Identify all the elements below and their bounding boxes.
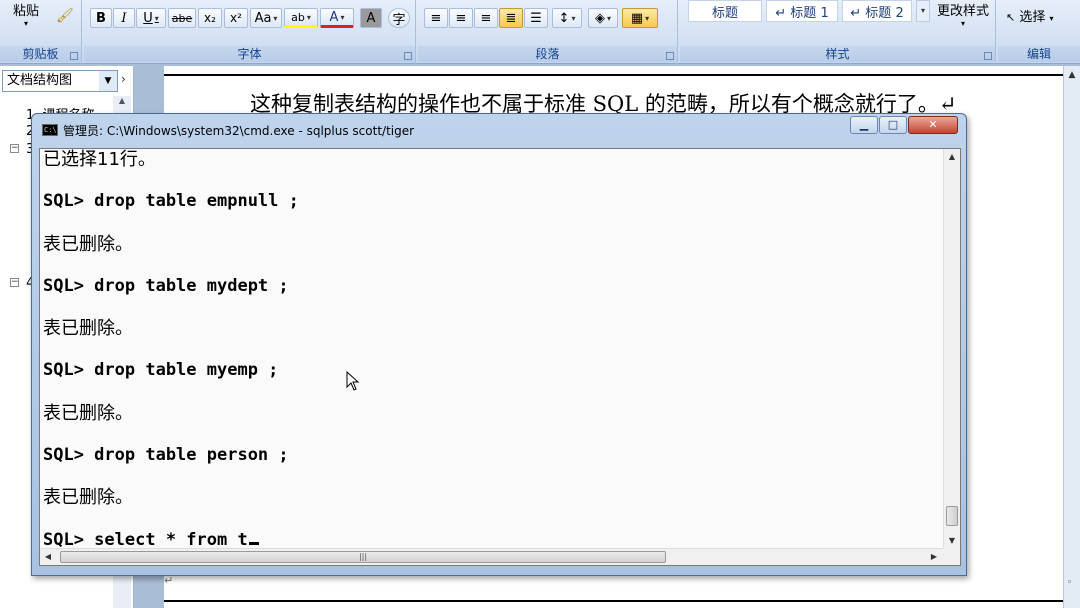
maximize-button[interactable]: □ (879, 116, 907, 134)
console-line: 表已删除。 (43, 233, 133, 255)
shading-button[interactable]: ◈ (588, 8, 618, 28)
font-launcher-icon[interactable] (404, 52, 412, 60)
border-button[interactable]: ▦ (622, 8, 658, 28)
document-scrollbar[interactable]: ▲ ◦ (1063, 66, 1080, 608)
change-styles-label: 更改样式 (936, 4, 989, 19)
paste-label: 粘贴 (12, 4, 39, 19)
console-vertical-scrollbar[interactable]: ▲ ▼ (943, 149, 960, 550)
ribbon: 粘贴 ▾ 🖌 剪贴板 B I U abe x₂ x² Aa ab A A 字 字… (0, 0, 1080, 64)
scroll-thumb[interactable] (946, 506, 958, 526)
line-spacing-icon: ↕ (558, 10, 570, 26)
clipboard-group-label: 剪贴板 (0, 46, 81, 62)
console-output: 已选择11行。 SQL> drop table empnull ; 表已删除。 … (43, 149, 299, 565)
style-heading-2[interactable]: ↵ 标题 2 (842, 0, 912, 22)
superscript-button[interactable]: x² (224, 8, 248, 28)
enclose-characters-button[interactable]: 字 (388, 8, 410, 28)
paragraph-group: ≡ ≡ ≡ ≣ ☰ ↕ ◈ ▦ 段落 (418, 0, 678, 64)
console-line: 表已删除。 (43, 402, 133, 424)
paste-button[interactable]: 粘贴 ▾ (6, 0, 46, 40)
strikethrough-button[interactable]: abe (168, 8, 196, 28)
font-group: B I U abe x₂ x² Aa ab A A 字 字体 (84, 0, 416, 64)
highlight-button[interactable]: ab (284, 8, 318, 28)
align-center-icon: ≡ (455, 10, 467, 26)
align-left-button[interactable]: ≡ (424, 8, 448, 28)
editing-group-label: 编辑 (998, 46, 1080, 62)
styles-group: 标题 ↵ 标题 1 ↵ 标题 2 ▾ 更改样式 ▾ 样式 (680, 0, 996, 64)
console-line: 表已删除。 (43, 318, 133, 340)
cmd-window[interactable]: C:\ 管理员: C:\Windows\system32\cmd.exe - s… (31, 113, 967, 576)
scroll-down-icon[interactable]: ▼ (944, 533, 960, 549)
minimize-button[interactable]: ▁ (850, 116, 878, 134)
underline-button[interactable]: U (136, 8, 166, 28)
subscript-button[interactable]: x₂ (198, 8, 222, 28)
close-pane-icon[interactable]: › (121, 72, 126, 86)
cmd-title-bar[interactable]: C:\ 管理员: C:\Windows\system32\cmd.exe - s… (32, 114, 966, 142)
format-painter-icon[interactable]: 🖌 (56, 8, 74, 24)
italic-button[interactable]: I (113, 8, 135, 28)
console-prompt-text: SQL> select * from t (43, 529, 248, 550)
console-line: 表已删除。 (43, 487, 133, 509)
prev-page-icon[interactable]: ◦ (1067, 578, 1072, 588)
font-group-label: 字体 (84, 46, 415, 62)
chevron-down-icon: ▼ (99, 71, 117, 91)
style-heading[interactable]: 标题 (688, 0, 762, 22)
console-line: SQL> drop table myemp ; (43, 360, 279, 381)
paint-bucket-icon: ◈ (594, 10, 605, 26)
chevron-down-icon: ▾ (23, 19, 28, 28)
paragraph-group-label: 段落 (418, 46, 677, 62)
border-icon: ▦ (630, 10, 644, 26)
styles-more-button[interactable]: ▾ (916, 0, 930, 22)
clipboard-launcher-icon[interactable] (70, 52, 78, 60)
align-right-icon: ≡ (480, 10, 492, 26)
scroll-right-icon[interactable]: ▶ (926, 549, 942, 565)
editing-group: ↖ 选择 ▾ 编辑 (998, 0, 1080, 64)
bold-button[interactable]: B (90, 8, 112, 28)
paragraph-launcher-icon[interactable] (666, 52, 674, 60)
collapse-icon[interactable]: − (10, 144, 19, 153)
chevron-down-icon: ▾ (960, 19, 965, 28)
character-shading-button[interactable]: A (360, 8, 382, 28)
console-line: SQL> drop table mydept ; (43, 275, 289, 296)
console-line: 已选择11行。 (43, 149, 156, 170)
cursor-arrow-icon: ↖ (1006, 11, 1016, 24)
console-horizontal-scrollbar[interactable]: ◀ ||| ▶ (40, 548, 944, 565)
change-case-button[interactable]: Aa (250, 8, 282, 28)
font-color-button[interactable]: A (320, 8, 354, 28)
justify-icon: ≣ (505, 10, 517, 26)
align-left-icon: ≡ (430, 10, 442, 26)
scroll-left-icon[interactable]: ◀ (40, 549, 56, 565)
distributed-button[interactable]: ☰ (524, 8, 548, 28)
close-button[interactable]: ✕ (908, 116, 958, 134)
text-cursor (248, 541, 259, 545)
justify-button[interactable]: ≣ (499, 8, 523, 28)
style-heading-1[interactable]: ↵ 标题 1 (766, 0, 838, 22)
cmd-app-icon: C:\ (42, 124, 58, 136)
mouse-pointer-icon (346, 371, 360, 391)
clipboard-group: 粘贴 ▾ 🖌 剪贴板 (0, 0, 82, 64)
resize-grip[interactable] (943, 548, 960, 565)
styles-group-label: 样式 (680, 46, 995, 62)
document-map-dropdown-value: 文档结构图 (7, 73, 73, 88)
cmd-window-title: 管理员: C:\Windows\system32\cmd.exe - sqlpl… (63, 124, 415, 138)
styles-launcher-icon[interactable] (984, 52, 992, 60)
scroll-up-icon[interactable]: ▲ (1064, 70, 1080, 80)
align-center-button[interactable]: ≡ (449, 8, 473, 28)
line-spacing-button[interactable]: ↕ (552, 8, 582, 28)
select-label: 选择 (1019, 10, 1046, 25)
scroll-thumb[interactable]: ||| (60, 551, 666, 563)
scroll-up-icon[interactable]: ▲ (113, 96, 131, 105)
distributed-icon: ☰ (530, 10, 542, 26)
change-styles-button[interactable]: 更改样式 ▾ (934, 0, 992, 34)
chevron-down-icon: ▾ (1049, 14, 1054, 23)
console-line: SQL> drop table empnull ; (43, 191, 299, 212)
document-map-dropdown[interactable]: 文档结构图 ▼ (2, 70, 118, 92)
page-bottom-border (164, 600, 1064, 602)
console-area[interactable]: 已选择11行。 SQL> drop table empnull ; 表已删除。 … (39, 148, 961, 566)
scroll-up-icon[interactable]: ▲ (944, 149, 960, 165)
select-button[interactable]: ↖ 选择 ▾ (1006, 6, 1076, 26)
console-line: SQL> drop table person ; (43, 445, 289, 466)
align-right-button[interactable]: ≡ (474, 8, 498, 28)
collapse-icon[interactable]: − (10, 278, 19, 287)
page-top-border (164, 74, 1064, 76)
